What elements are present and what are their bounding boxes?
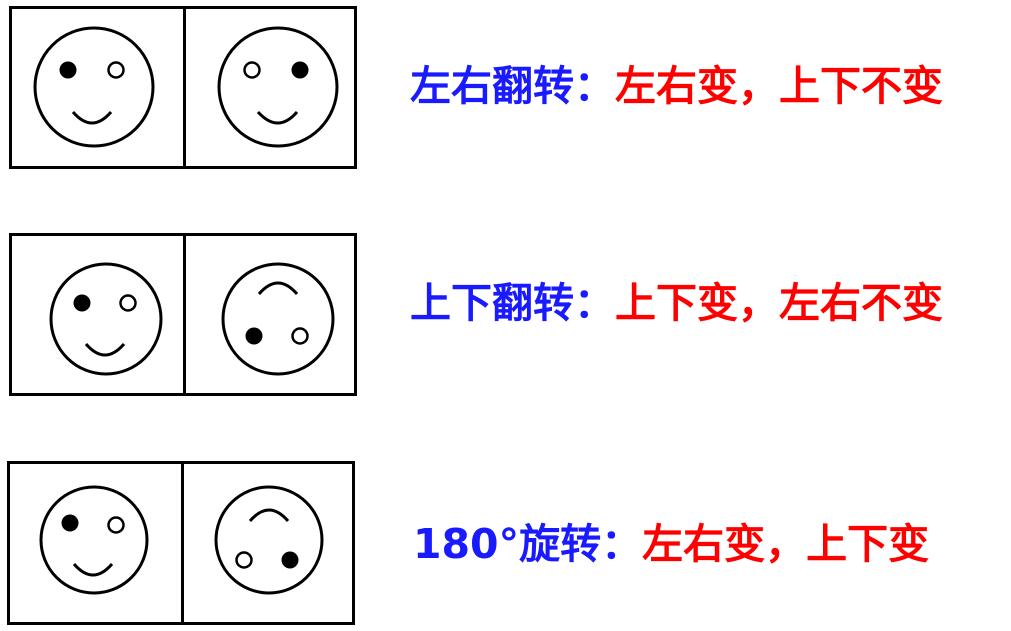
- face-original-icon: [49, 262, 163, 376]
- flip-type-label: 左右翻转: [410, 62, 574, 110]
- flip-type-label: 180°旋转: [413, 520, 602, 568]
- face-pair-left-right-flip: [9, 6, 357, 169]
- caption-colon: ：: [574, 279, 615, 327]
- face-pair-up-down-flip: [9, 233, 357, 396]
- face-original-icon: [33, 26, 155, 148]
- face-upside-down-icon: [221, 262, 335, 376]
- caption-left-right-flip: 左右翻转：左右变，上下不变: [410, 66, 943, 107]
- flip-effect-text: 左右变，上下不变: [615, 62, 943, 110]
- caption-up-down-flip: 上下翻转：上下变，左右不变: [410, 283, 943, 324]
- caption-colon: ：: [601, 520, 643, 568]
- caption-colon: ：: [574, 62, 615, 110]
- flip-type-label: 上下翻转: [410, 279, 574, 327]
- face-original-icon: [39, 485, 149, 595]
- flip-effect-text: 上下变，左右不变: [615, 279, 943, 327]
- flip-effect-text: 左右变，上下变: [642, 520, 930, 568]
- face-mirrored-icon: [217, 26, 339, 148]
- face-rotated-icon: [214, 485, 324, 595]
- face-pair-180-rotation: [7, 461, 355, 625]
- caption-180-rotation: 180°旋转：左右变，上下变: [413, 524, 929, 565]
